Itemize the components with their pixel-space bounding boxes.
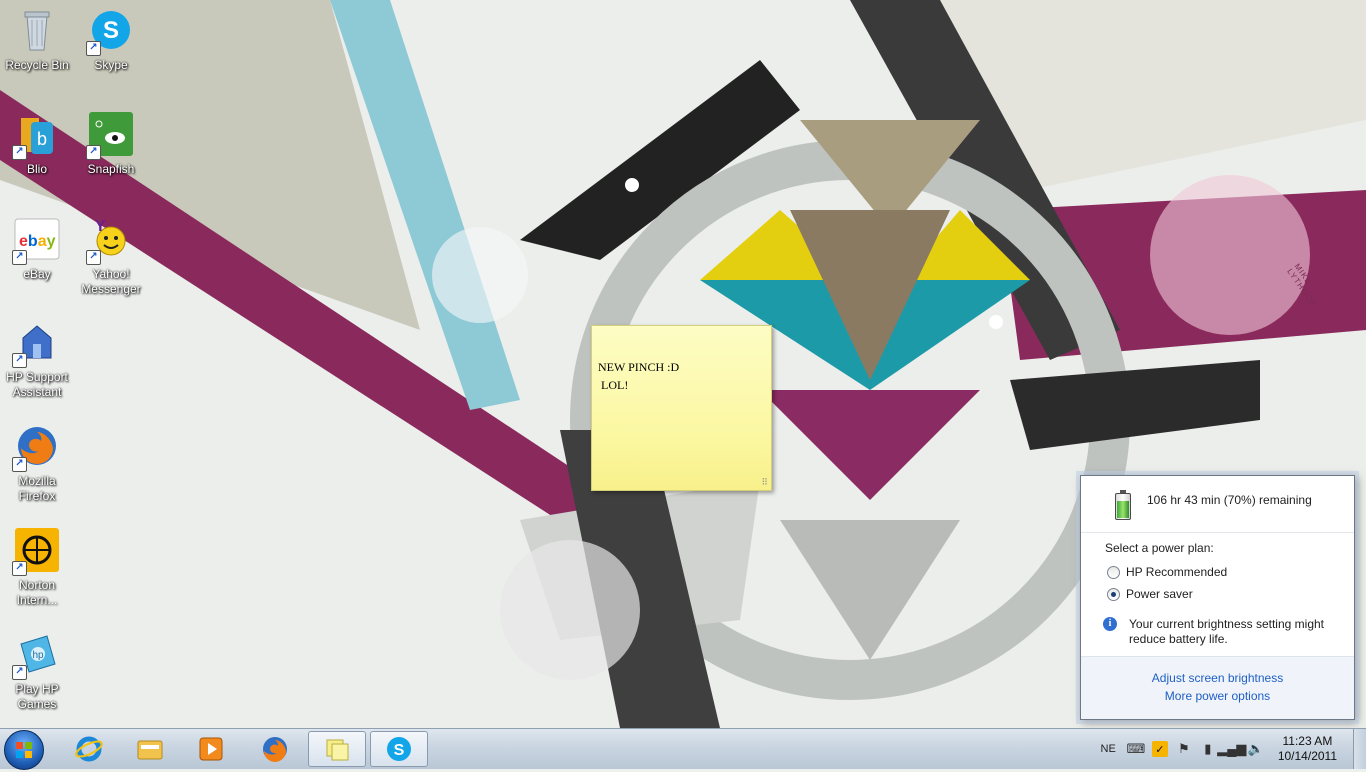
sticky-note[interactable]: NEW PINCH :D LOL! ⠿	[591, 325, 772, 491]
recycle-bin-icon	[13, 6, 61, 54]
power-flyout: 106 hr 43 min (70%) remaining Select a p…	[1080, 475, 1355, 720]
shortcut-arrow-icon: ↗	[12, 561, 27, 576]
clock[interactable]: 11:23 AM 10/14/2011	[1278, 734, 1337, 764]
svg-text:Y: Y	[95, 218, 106, 235]
resize-grip-icon[interactable]: ⠿	[761, 477, 768, 488]
norton-icon: ↗	[12, 526, 61, 576]
taskbar-skype[interactable]: S	[370, 731, 428, 767]
desktop-icon-label: eBay	[23, 267, 51, 281]
desktop-icon-label: HP Support Assistant	[6, 370, 68, 399]
taskbar-media-player[interactable]	[182, 731, 240, 767]
clock-time: 11:23 AM	[1282, 734, 1333, 748]
network-icon[interactable]: ▂▄▆	[1217, 741, 1246, 757]
battery-icon	[1115, 490, 1131, 520]
shortcut-arrow-icon: ↗	[12, 457, 27, 472]
taskbar-firefox[interactable]	[246, 731, 304, 767]
svg-text:ebay: ebay	[19, 233, 56, 250]
info-icon: i	[1103, 617, 1117, 631]
ebay-icon: ebay ↗	[12, 215, 61, 265]
battery-status: 106 hr 43 min (70%) remaining	[1081, 476, 1354, 533]
desktop-icon-skype[interactable]: S ↗ Skype	[74, 6, 148, 73]
svg-text:S: S	[103, 17, 119, 44]
power-plan-heading: Select a power plan:	[1105, 541, 1214, 555]
shortcut-arrow-icon: ↗	[12, 250, 27, 265]
desktop-icon-recycle-bin[interactable]: Recycle Bin	[0, 6, 74, 73]
radio-button[interactable]	[1107, 565, 1120, 579]
skype-icon: S ↗	[86, 6, 135, 56]
desktop-icon-label: Play HP Games	[15, 682, 59, 711]
show-desktop-button[interactable]	[1353, 729, 1366, 769]
power-plan-power-saver[interactable]: Power saver	[1107, 583, 1354, 605]
svg-text:S: S	[394, 742, 405, 759]
taskbar-internet-explorer[interactable]	[60, 731, 118, 767]
flag-icon[interactable]: ⚑	[1176, 741, 1192, 757]
power-plan-label: Power saver	[1126, 587, 1193, 601]
desktop-icon-hp-support-assistant[interactable]: ↗ HP Support Assistant	[0, 318, 74, 400]
shortcut-arrow-icon: ↗	[12, 665, 27, 680]
shortcut-arrow-icon: ↗	[86, 145, 101, 160]
taskbar: S NE ⌨ ✓ ⚑ ▮ ▂▄▆ 🔈 11:23 AM 10/14/2011	[0, 728, 1366, 770]
windows-logo-icon	[16, 742, 32, 758]
power-plan-hp-recommended[interactable]: HP Recommended	[1107, 561, 1354, 583]
sticky-note-text[interactable]: NEW PINCH :D LOL!	[592, 352, 771, 400]
keyboard-icon[interactable]: ⌨	[1126, 741, 1145, 757]
desktop-icon-label: Blio	[26, 162, 47, 176]
power-links: Adjust screen brightness More power opti…	[1081, 656, 1354, 719]
skype-icon: S	[387, 737, 411, 761]
clock-date: 10/14/2011	[1277, 749, 1337, 763]
more-power-options-link[interactable]: More power options	[1081, 687, 1354, 705]
shortcut-arrow-icon: ↗	[86, 41, 101, 56]
desktop-icon-label: Snapfish	[87, 162, 135, 176]
desktop-icon-label: Recycle Bin	[5, 58, 69, 72]
volume-icon[interactable]: 🔈	[1248, 741, 1264, 757]
norton-tray-icon[interactable]: ✓	[1151, 741, 1168, 757]
firefox-icon	[263, 737, 287, 762]
start-button[interactable]	[4, 730, 44, 770]
sticky-notes-icon	[326, 739, 349, 761]
language-indicator[interactable]: NE	[1101, 743, 1116, 755]
windows-explorer-icon	[137, 740, 163, 760]
power-plan-section: Select a power plan: HP Recommended Powe…	[1081, 533, 1354, 605]
hp-support-icon: ↗	[12, 318, 61, 368]
taskbar-sticky-notes[interactable]	[308, 731, 366, 767]
desktop-icon-norton[interactable]: ↗ Norton Intern...	[0, 526, 74, 608]
shortcut-arrow-icon: ↗	[12, 145, 27, 160]
desktop-icon-blio[interactable]: b ↗ Blio	[0, 110, 74, 177]
desktop-icon-play-hp-games[interactable]: hp ↗ Play HP Games	[0, 630, 74, 712]
sticky-note-title-bar[interactable]	[592, 326, 771, 352]
battery-remaining-text: 106 hr 43 min (70%) remaining	[1147, 493, 1312, 507]
taskbar-windows-explorer[interactable]	[121, 731, 179, 767]
internet-explorer-icon	[75, 736, 103, 762]
brightness-warning-text: Your current brightness setting might re…	[1129, 617, 1324, 646]
desktop-icon-label: Mozilla Firefox	[18, 474, 56, 503]
media-player-icon	[199, 737, 223, 761]
svg-text:hp: hp	[32, 650, 44, 661]
radio-button[interactable]	[1107, 587, 1120, 601]
shortcut-arrow-icon: ↗	[12, 353, 27, 368]
desktop-icon-label: Norton Intern...	[16, 578, 58, 607]
desktop-icon-ebay[interactable]: ebay ↗ eBay	[0, 215, 74, 282]
yahoo-messenger-icon: Y ↗	[86, 215, 135, 265]
snapfish-icon: ↗	[86, 110, 135, 160]
desktop-icon-label: Yahoo! Messenger	[81, 267, 141, 296]
desktop-icon-snapfish[interactable]: ↗ Snapfish	[74, 110, 148, 177]
desktop-icon-yahoo-messenger[interactable]: Y ↗ Yahoo! Messenger	[74, 215, 148, 297]
firefox-icon: ↗	[12, 422, 61, 472]
blio-icon: b ↗	[12, 110, 61, 160]
adjust-brightness-link[interactable]: Adjust screen brightness	[1081, 669, 1354, 687]
power-plan-label: HP Recommended	[1126, 565, 1228, 579]
desktop-icon-mozilla-firefox[interactable]: ↗ Mozilla Firefox	[0, 422, 74, 504]
svg-text:b: b	[37, 129, 47, 149]
hp-games-icon: hp ↗	[12, 630, 61, 680]
system-tray: NE ⌨ ✓ ⚑ ▮ ▂▄▆ 🔈 11:23 AM 10/14/2011	[1101, 729, 1366, 769]
battery-tray-icon[interactable]: ▮	[1200, 741, 1216, 757]
desktop-icon-label: Skype	[94, 58, 128, 72]
shortcut-arrow-icon: ↗	[86, 250, 101, 265]
